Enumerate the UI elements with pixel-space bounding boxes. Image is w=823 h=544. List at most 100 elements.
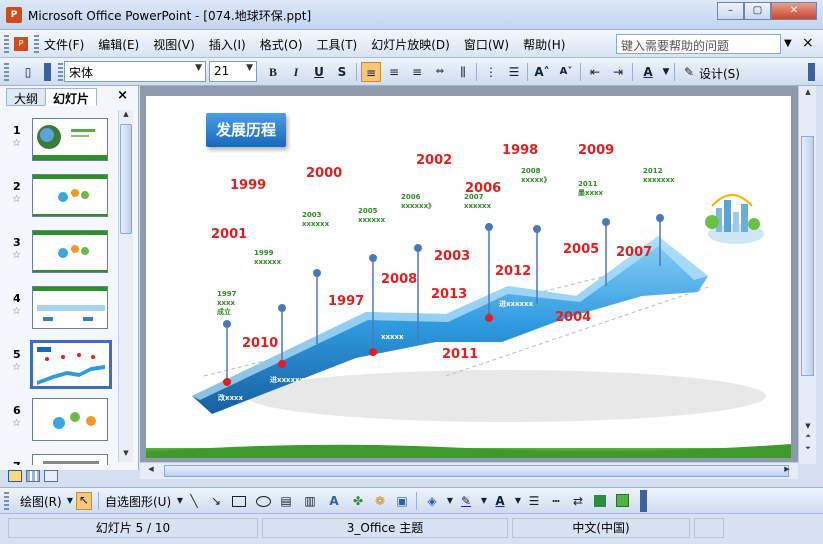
slide-thumbnail[interactable]: [32, 174, 108, 217]
toolbar-grip[interactable]: [4, 63, 9, 81]
scroll-left-icon[interactable]: ◀: [144, 465, 158, 478]
year-label[interactable]: 2004: [555, 310, 591, 325]
year-label[interactable]: 2002: [416, 153, 452, 168]
toolbar-options-icon[interactable]: [808, 63, 815, 81]
font-color-icon[interactable]: A: [492, 494, 508, 508]
slide-thumbnail-row[interactable]: 4 ☆: [0, 284, 118, 340]
scrollbar-thumb[interactable]: [120, 124, 132, 234]
fill-color-icon[interactable]: ◈: [424, 494, 440, 508]
milestone-note[interactable]: 1999 xxxxxx: [254, 249, 281, 267]
help-dropdown-icon[interactable]: ▼: [784, 38, 792, 49]
line-style-icon[interactable]: ☰: [526, 494, 542, 508]
bullets-button[interactable]: ☰: [504, 62, 524, 82]
maximize-button[interactable]: ▢: [744, 2, 771, 20]
slide-thumbnail-row[interactable]: 6 ☆: [0, 396, 118, 452]
align-left-button[interactable]: ≡: [361, 62, 381, 82]
line-tool-icon[interactable]: ╲: [186, 494, 202, 508]
font-color-button[interactable]: A: [638, 62, 658, 82]
year-label[interactable]: 2001: [211, 227, 247, 242]
increase-font-icon[interactable]: A˄: [532, 62, 552, 82]
autoshapes-button[interactable]: 自选图形(U): [105, 493, 171, 510]
menu-file[interactable]: 文件(F): [44, 36, 84, 53]
year-label[interactable]: 2011: [442, 347, 478, 362]
decrease-font-icon[interactable]: A˅: [556, 62, 576, 82]
menu-edit[interactable]: 编辑(E): [98, 36, 139, 53]
chevron-down-icon[interactable]: ▼: [246, 63, 253, 73]
decrease-indent-icon[interactable]: ⇤: [585, 62, 605, 82]
year-label[interactable]: 2010: [242, 336, 278, 351]
year-label[interactable]: 2008: [381, 272, 417, 287]
slide-thumbnail-row[interactable]: 7: [0, 452, 118, 465]
slide-thumbnail-row[interactable]: 1 ☆: [0, 116, 118, 172]
tab-slides[interactable]: 幻灯片: [45, 88, 98, 106]
milestone-note[interactable]: 2005 xxxxxx: [358, 207, 385, 225]
menu-slideshow[interactable]: 幻灯片放映(D): [371, 36, 450, 53]
scroll-up-icon[interactable]: ▲: [119, 110, 133, 123]
ribbon-label[interactable]: 进xxxxxx: [499, 299, 533, 309]
chevron-down-icon[interactable]: ▼: [476, 494, 492, 508]
toolbar-options-icon[interactable]: [44, 63, 51, 81]
year-label[interactable]: 1998: [502, 143, 538, 158]
dash-style-icon[interactable]: ┅: [548, 494, 564, 508]
slide-thumbnail-selected[interactable]: [30, 340, 112, 389]
oval-tool-icon[interactable]: [256, 496, 271, 507]
year-label[interactable]: 1997: [328, 294, 364, 309]
tab-outline[interactable]: 大纲: [6, 88, 47, 106]
numbering-button[interactable]: ⋮: [481, 62, 501, 82]
menu-help[interactable]: 帮助(H): [523, 36, 565, 53]
year-label[interactable]: 2009: [578, 143, 614, 158]
year-label[interactable]: 2005: [563, 242, 599, 257]
slide-canvas[interactable]: 发展历程 1999 2000 2002 1998 2009 2001 2006 …: [146, 96, 791, 458]
line-color-icon[interactable]: ✎: [458, 494, 474, 508]
menu-format[interactable]: 格式(O): [260, 36, 303, 53]
slide-thumbnail[interactable]: [32, 118, 108, 161]
next-slide-icon[interactable]: ⏷: [801, 444, 815, 457]
align-right-button[interactable]: ≡: [407, 62, 427, 82]
milestone-note[interactable]: 1997 xxxx 成立: [217, 290, 236, 317]
milestone-note[interactable]: 2008 xxxxx》: [521, 167, 551, 185]
arrow-style-icon[interactable]: ⇄: [570, 494, 586, 508]
year-label[interactable]: 1999: [230, 178, 266, 193]
close-document-button[interactable]: ×: [802, 35, 814, 51]
font-size-select[interactable]: 21 ▼: [209, 61, 257, 82]
year-label[interactable]: 2003: [434, 249, 470, 264]
design-button[interactable]: 设计(S): [699, 65, 740, 82]
chevron-down-icon[interactable]: ▼: [510, 494, 526, 508]
scrollbar-thumb[interactable]: [164, 465, 789, 477]
diagram-icon[interactable]: ✤: [350, 494, 366, 508]
slide-thumbnail[interactable]: [32, 230, 108, 273]
clipart-icon[interactable]: ❁: [372, 494, 388, 508]
menu-insert[interactable]: 插入(I): [209, 36, 246, 53]
3d-style-icon[interactable]: [616, 494, 629, 507]
scroll-down-icon[interactable]: ▼: [119, 449, 133, 462]
slide-title[interactable]: 发展历程: [206, 113, 286, 147]
year-label[interactable]: 2007: [616, 245, 652, 260]
scroll-right-icon[interactable]: ▶: [780, 465, 794, 478]
distribute-button[interactable]: ⇔: [430, 62, 450, 82]
scroll-up-icon[interactable]: ▲: [801, 88, 815, 101]
new-document-icon[interactable]: ▯: [18, 62, 38, 82]
underline-button[interactable]: U: [309, 62, 329, 82]
select-objects-icon[interactable]: ↖: [76, 492, 92, 510]
chevron-down-icon[interactable]: ▼: [656, 62, 676, 82]
milestone-note[interactable]: 2007 xxxxxx: [464, 193, 491, 211]
slideshow-view-icon[interactable]: [44, 470, 58, 482]
scrollbar-thumb[interactable]: [801, 136, 814, 376]
document-icon[interactable]: P: [14, 37, 28, 51]
chevron-down-icon[interactable]: ▼: [442, 494, 458, 508]
menu-tools[interactable]: 工具(T): [317, 36, 358, 53]
design-icon[interactable]: ✎: [679, 62, 699, 82]
slide-thumbnail-row[interactable]: 5 ☆: [0, 340, 118, 396]
toolbar-grip[interactable]: [4, 35, 9, 53]
menu-view[interactable]: 视图(V): [153, 36, 195, 53]
rectangle-tool-icon[interactable]: [232, 496, 246, 507]
milestone-note[interactable]: 2003 xxxxxx: [302, 211, 329, 229]
wordart-icon[interactable]: A: [326, 494, 342, 508]
vertical-textbox-icon[interactable]: ▥: [302, 494, 318, 508]
menu-window[interactable]: 窗口(W): [464, 36, 509, 53]
arrow-tool-icon[interactable]: ↘: [208, 494, 224, 508]
font-name-select[interactable]: 宋体 ▼: [64, 61, 206, 82]
slide-sorter-view-icon[interactable]: [26, 470, 40, 482]
insert-picture-icon[interactable]: ▣: [394, 494, 410, 508]
align-center-button[interactable]: ≡: [384, 62, 404, 82]
